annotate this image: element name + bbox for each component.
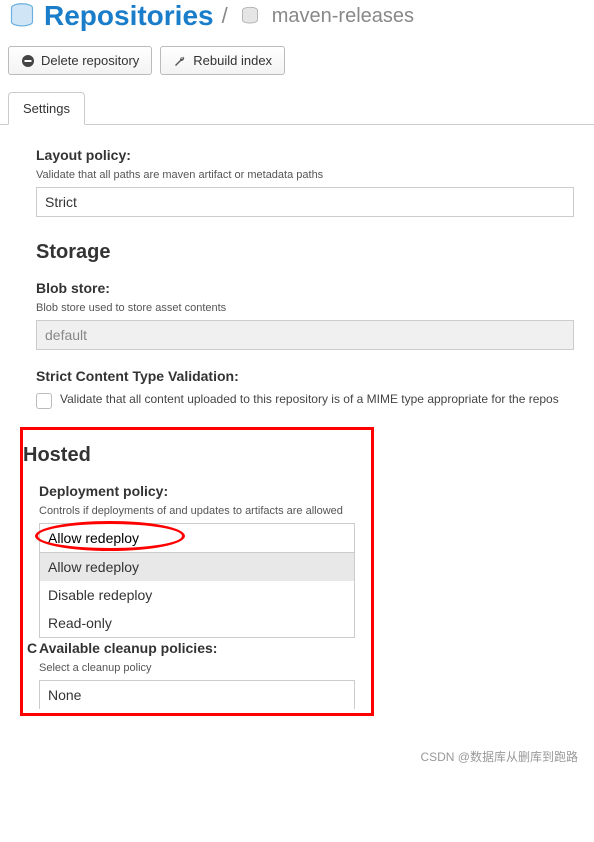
cleanup-policies-input[interactable] [39, 680, 355, 709]
strict-validation-text: Validate that all content uploaded to th… [60, 392, 559, 406]
layout-policy-help: Validate that all paths are maven artifa… [36, 169, 574, 181]
delete-repository-button[interactable]: Delete repository [8, 46, 152, 75]
hosted-heading: Hosted [23, 444, 355, 467]
blob-store-input [36, 320, 574, 350]
database-icon [8, 2, 36, 30]
deployment-policy-help: Controls if deployments of and updates t… [39, 505, 355, 517]
cleanup-policies-label: Available cleanup policies: [39, 640, 355, 656]
cleanup-policies-help: Select a cleanup policy [39, 662, 355, 674]
tabs: Settings [0, 91, 594, 125]
layout-policy-input[interactable] [36, 187, 574, 217]
breadcrumb-main[interactable]: Repositories [44, 0, 214, 32]
delete-button-label: Delete repository [41, 53, 139, 68]
option-disable-redeploy[interactable]: Disable redeploy [40, 581, 354, 609]
strict-validation-checkbox[interactable] [36, 393, 52, 409]
deployment-policy-input[interactable] [39, 523, 355, 553]
delete-icon [21, 54, 35, 68]
highlight-box: Hosted Deployment policy: Controls if de… [20, 427, 374, 716]
deployment-policy-dropdown[interactable]: Allow redeploy Disable redeploy Read-onl… [39, 523, 355, 638]
blob-store-label: Blob store: [36, 280, 574, 296]
content-area: Layout policy: Validate that all paths a… [0, 125, 594, 736]
rebuild-button-label: Rebuild index [193, 53, 272, 68]
option-allow-redeploy[interactable]: Allow redeploy [40, 553, 354, 581]
blob-store-help: Blob store used to store asset contents [36, 302, 574, 314]
breadcrumb-separator: / [222, 3, 228, 29]
strict-validation-row: Validate that all content uploaded to th… [36, 392, 574, 409]
rebuild-index-button[interactable]: Rebuild index [160, 46, 285, 75]
breadcrumb: Repositories / maven-releases [0, 0, 594, 40]
strict-validation-label: Strict Content Type Validation: [36, 368, 574, 384]
deployment-policy-options: Allow redeploy Disable redeploy Read-onl… [39, 553, 355, 638]
storage-heading: Storage [36, 241, 574, 264]
wrench-icon [173, 54, 187, 68]
database-icon-small [236, 2, 264, 30]
toolbar: Delete repository Rebuild index [0, 40, 594, 87]
layout-policy-label: Layout policy: [36, 147, 574, 163]
cleanup-section-letter: C [27, 640, 37, 656]
tab-settings[interactable]: Settings [8, 92, 85, 125]
option-read-only[interactable]: Read-only [40, 609, 354, 637]
watermark: CSDN @数据库从删库到跑路 [0, 736, 594, 777]
breadcrumb-sub: maven-releases [272, 5, 414, 28]
deployment-policy-label: Deployment policy: [39, 483, 355, 499]
